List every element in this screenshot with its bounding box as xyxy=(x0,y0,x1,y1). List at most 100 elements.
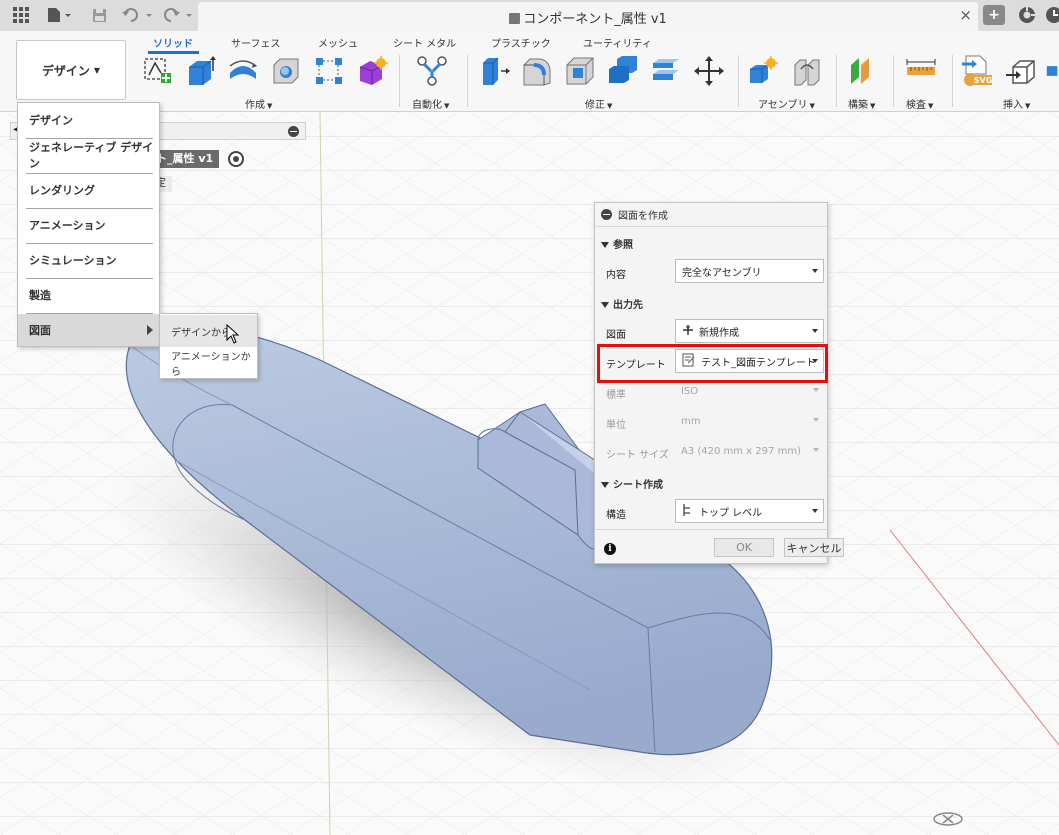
automate-group-label[interactable]: 自動化 ▼ xyxy=(412,96,449,111)
chevron-down-icon xyxy=(813,448,819,452)
sheet-size-value: A3 (420 mm x 297 mm) xyxy=(681,445,801,457)
activate-component-icon[interactable] xyxy=(228,151,244,167)
hole-icon[interactable] xyxy=(269,54,303,88)
new-tab-icon[interactable]: + xyxy=(983,5,1005,25)
offset-plane-icon[interactable] xyxy=(846,54,880,88)
app-grid-icon[interactable] xyxy=(10,4,32,26)
section-sheet-label: シート作成 xyxy=(613,480,663,491)
workspace-item-animation[interactable]: アニメーション xyxy=(18,209,159,241)
chevron-down-icon: ▼ xyxy=(93,65,101,75)
collapse-dialog-icon[interactable] xyxy=(601,209,612,220)
pattern-icon[interactable] xyxy=(312,54,346,88)
minimize-panel-icon[interactable] xyxy=(288,126,299,137)
tab-utility[interactable]: ユーティリティ xyxy=(583,35,652,50)
structure-label: 構造 xyxy=(606,510,626,521)
tab-plastic[interactable]: プラスチック xyxy=(491,35,551,50)
browser-root-node[interactable]: ト_属性 v1 xyxy=(150,150,220,168)
group-divider xyxy=(399,55,400,107)
press-pull-icon[interactable] xyxy=(478,54,512,88)
close-tab-icon[interactable]: × xyxy=(959,6,972,24)
extrude-icon[interactable] xyxy=(183,54,217,88)
automate-icon[interactable] xyxy=(415,54,449,88)
modify-group-label[interactable]: 修正 ▼ xyxy=(585,96,612,111)
view-cube-icon[interactable] xyxy=(931,807,965,835)
redo-icon[interactable] xyxy=(160,4,196,26)
new-component-icon[interactable] xyxy=(746,54,780,88)
submenu-item-from-animation[interactable]: アニメーションから xyxy=(160,347,257,379)
workspace-dropdown: デザイン ジェネレーティブ デザイン レンダリング アニメーション シミュレーシ… xyxy=(17,102,160,347)
measure-icon[interactable] xyxy=(904,54,938,88)
chevron-down-icon xyxy=(812,509,818,513)
drawing-label: 図面 xyxy=(606,330,626,341)
assemble-group-label[interactable]: アセンブリ ▼ xyxy=(758,96,815,111)
file-menu-icon[interactable] xyxy=(44,4,74,26)
section-output[interactable]: 出力先 xyxy=(601,296,643,311)
document-title: コンポーネント_属性 v1 xyxy=(198,8,978,27)
joint-icon[interactable] xyxy=(790,54,824,88)
document-tab[interactable]: コンポーネント_属性 v1 × xyxy=(198,2,978,31)
workspace-item-drawing-label: 図面 xyxy=(29,324,51,337)
insert-svg-icon[interactable]: SVG xyxy=(960,54,994,88)
chevron-down-icon xyxy=(812,329,818,333)
chevron-down-icon: ▼ xyxy=(267,102,273,110)
inspect-group-label[interactable]: 検査 ▼ xyxy=(906,96,933,111)
create-form-icon[interactable] xyxy=(355,54,389,88)
section-sheet-creation[interactable]: シート作成 xyxy=(601,476,663,491)
workspace-item-simulation[interactable]: シミュレーション xyxy=(18,244,159,276)
create-group-label[interactable]: 作成 ▼ xyxy=(245,96,272,111)
group-divider xyxy=(952,55,953,107)
workspace-item-design[interactable]: デザイン xyxy=(18,104,159,136)
clock-icon[interactable] xyxy=(1043,5,1059,25)
combine-icon[interactable] xyxy=(606,54,640,88)
dialog-header[interactable]: 図面を作成 xyxy=(595,203,827,227)
section-output-label: 出力先 xyxy=(613,300,643,311)
drawing-select[interactable]: 新規作成 xyxy=(675,319,824,343)
structure-select[interactable]: トップ レベル xyxy=(675,499,824,523)
workspace-switcher-button[interactable]: デザイン ▼ xyxy=(16,40,126,100)
info-icon[interactable]: i xyxy=(604,543,616,555)
triangle-down-icon xyxy=(601,482,609,488)
tab-solid[interactable]: ソリッド xyxy=(153,35,193,50)
workspace-item-rendering[interactable]: レンダリング xyxy=(18,174,159,206)
tab-mesh[interactable]: メッシュ xyxy=(318,35,358,50)
construct-group-label[interactable]: 構築 ▼ xyxy=(848,96,875,111)
insert-group-label[interactable]: 挿入 ▼ xyxy=(1003,96,1030,111)
sheet-size-label: シート サイズ xyxy=(606,450,669,461)
revolve-icon[interactable] xyxy=(226,54,260,88)
triangle-down-icon xyxy=(601,302,609,308)
ok-button[interactable]: OK xyxy=(714,538,774,557)
submenu-arrow-icon xyxy=(147,325,153,335)
construct-group-text: 構築 xyxy=(848,100,868,111)
workspace-item-generative-design[interactable]: ジェネレーティブ デザイン xyxy=(18,139,159,171)
insert-canvas-icon[interactable] xyxy=(1046,54,1059,88)
contents-value: 完全なアセンブリ xyxy=(682,267,762,279)
shell-icon[interactable] xyxy=(563,54,597,88)
tab-sheet-metal[interactable]: シート メタル xyxy=(393,35,456,50)
insert-mesh-icon[interactable] xyxy=(1004,54,1038,88)
units-select: mm xyxy=(675,409,824,433)
undo-icon[interactable] xyxy=(120,4,156,26)
offset-face-icon[interactable] xyxy=(649,54,683,88)
chevron-down-icon xyxy=(812,269,818,273)
extensions-icon[interactable] xyxy=(1016,5,1038,25)
standard-label: 標準 xyxy=(606,390,626,401)
cancel-button[interactable]: キャンセル xyxy=(784,538,844,557)
section-reference[interactable]: 参照 xyxy=(601,236,633,251)
drawing-value: 新規作成 xyxy=(699,327,739,339)
group-divider xyxy=(467,55,468,107)
move-copy-icon[interactable] xyxy=(692,54,726,88)
create-sketch-icon[interactable] xyxy=(140,54,174,88)
chevron-down-icon: ▼ xyxy=(607,102,613,110)
tab-surface[interactable]: サーフェス xyxy=(231,35,280,50)
mouse-cursor-icon xyxy=(226,324,240,344)
units-value: mm xyxy=(681,415,701,427)
submenu-item-from-design-label: デザインから xyxy=(171,327,231,339)
submenu-item-from-design[interactable]: デザインから xyxy=(160,315,257,347)
chevron-down-icon: ▼ xyxy=(809,102,815,110)
sheet-size-select: A3 (420 mm x 297 mm) xyxy=(675,439,824,463)
save-icon[interactable] xyxy=(88,4,110,26)
contents-select[interactable]: 完全なアセンブリ xyxy=(675,259,824,283)
workspace-item-manufacture[interactable]: 製造 xyxy=(18,279,159,311)
workspace-item-drawing[interactable]: 図面 xyxy=(18,314,159,346)
fillet-icon[interactable] xyxy=(520,54,554,88)
